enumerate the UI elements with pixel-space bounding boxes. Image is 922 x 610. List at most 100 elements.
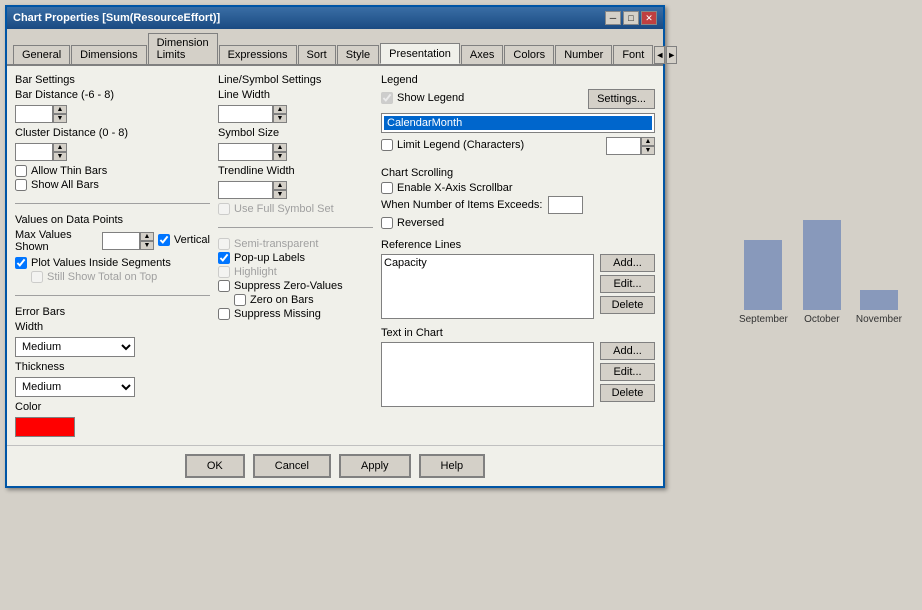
width-dropdown-row: Medium Thin Thick <box>15 337 210 357</box>
reference-lines-buttons: Add... Edit... Delete <box>600 254 655 319</box>
when-exceeds-input[interactable]: 10 <box>548 196 583 214</box>
bar-distance-input[interactable]: 2 <box>15 105 53 123</box>
tab-prev-button[interactable]: ◄ <box>654 46 665 64</box>
max-values-down[interactable]: ▼ <box>140 241 154 250</box>
bar-settings-title: Bar Settings <box>15 74 210 86</box>
max-values-input[interactable]: 100 <box>102 232 140 250</box>
tab-dimension-limits[interactable]: Dimension Limits <box>148 33 218 64</box>
bar-label-november: November <box>856 314 902 325</box>
bar-distance-down[interactable]: ▼ <box>53 114 67 123</box>
still-show-total-checkbox[interactable] <box>31 271 43 283</box>
plot-values-checkbox[interactable] <box>15 257 27 269</box>
reference-line-item[interactable]: Capacity <box>384 257 591 269</box>
limit-legend-input[interactable]: 15 <box>606 137 641 155</box>
ref-delete-button[interactable]: Delete <box>600 296 655 314</box>
cluster-distance-field: 5 ▲ ▼ <box>15 143 210 161</box>
popup-labels-checkbox[interactable] <box>218 252 230 264</box>
symbol-size-input[interactable]: 2 pt <box>218 143 273 161</box>
limit-legend-spin-buttons: ▲ ▼ <box>641 137 655 155</box>
line-width-up[interactable]: ▲ <box>273 105 287 114</box>
symbol-size-up[interactable]: ▲ <box>273 143 287 152</box>
trendline-up[interactable]: ▲ <box>273 181 287 190</box>
cancel-button[interactable]: Cancel <box>253 454 331 478</box>
text-edit-button[interactable]: Edit... <box>600 363 655 381</box>
tab-font[interactable]: Font <box>613 45 653 64</box>
width-label: Width <box>15 321 43 333</box>
color-picker[interactable] <box>15 417 75 437</box>
maximize-button[interactable]: □ <box>623 11 639 25</box>
cluster-distance-down[interactable]: ▼ <box>53 152 67 161</box>
tab-axes[interactable]: Axes <box>461 45 503 64</box>
limit-legend-up[interactable]: ▲ <box>641 137 655 146</box>
apply-button[interactable]: Apply <box>339 454 411 478</box>
symbol-size-down[interactable]: ▼ <box>273 152 287 161</box>
help-button[interactable]: Help <box>419 454 486 478</box>
line-width-input[interactable]: 2 pt <box>218 105 273 123</box>
show-all-bars-checkbox[interactable] <box>15 179 27 191</box>
ref-add-button[interactable]: Add... <box>600 254 655 272</box>
semi-transparent-row: Semi-transparent <box>218 238 373 250</box>
suppress-missing-label: Suppress Missing <box>234 308 321 320</box>
plot-values-row: Plot Values Inside Segments <box>15 257 210 269</box>
line-symbol-title: Line/Symbol Settings <box>218 74 373 86</box>
reference-lines-list: Capacity <box>381 254 594 319</box>
zero-on-bars-checkbox[interactable] <box>234 294 246 306</box>
thickness-row: Thickness <box>15 361 210 373</box>
tab-style[interactable]: Style <box>337 45 379 64</box>
suppress-missing-checkbox[interactable] <box>218 308 230 320</box>
minimize-button[interactable]: ─ <box>605 11 621 25</box>
trendline-width-field: 1 pt ▲ ▼ <box>218 181 373 199</box>
legend-settings-button[interactable]: Settings... <box>588 89 655 109</box>
ok-button[interactable]: OK <box>185 454 245 478</box>
tab-number[interactable]: Number <box>555 45 612 64</box>
tab-dimensions[interactable]: Dimensions <box>71 45 146 64</box>
legend-item[interactable]: CalendarMonth <box>384 116 652 130</box>
limit-legend-row: Limit Legend (Characters) 15 ▲ ▼ <box>381 137 655 155</box>
suppress-zero-checkbox[interactable] <box>218 280 230 292</box>
allow-thin-bars-label: Allow Thin Bars <box>31 165 107 177</box>
middle-panel: Line/Symbol Settings Line Width 2 pt ▲ ▼… <box>218 74 373 437</box>
cluster-distance-up[interactable]: ▲ <box>53 143 67 152</box>
tab-general[interactable]: General <box>13 45 70 64</box>
max-values-spinner: 100 ▲ ▼ <box>102 232 154 250</box>
vertical-checkbox[interactable] <box>158 234 170 246</box>
enable-scrollbar-checkbox[interactable] <box>381 182 393 194</box>
text-add-button[interactable]: Add... <box>600 342 655 360</box>
max-values-up[interactable]: ▲ <box>140 232 154 241</box>
trendline-width-input[interactable]: 1 pt <box>218 181 273 199</box>
width-row: Width <box>15 321 210 333</box>
limit-legend-down[interactable]: ▼ <box>641 146 655 155</box>
close-button[interactable]: ✕ <box>641 11 657 25</box>
limit-legend-checkbox[interactable] <box>381 139 393 151</box>
limit-legend-spinner: 15 ▲ ▼ <box>606 137 655 155</box>
max-values-row: Max Values Shown 100 ▲ ▼ Vertical <box>15 229 210 253</box>
trendline-down[interactable]: ▼ <box>273 190 287 199</box>
line-width-field: 2 pt ▲ ▼ <box>218 105 373 123</box>
cluster-distance-input[interactable]: 5 <box>15 143 53 161</box>
text-in-chart-title: Text in Chart <box>381 327 655 339</box>
tab-next-button[interactable]: ► <box>666 46 677 64</box>
reversed-row: Reversed <box>381 217 655 229</box>
tab-colors[interactable]: Colors <box>504 45 554 64</box>
allow-thin-bars-checkbox[interactable] <box>15 165 27 177</box>
semi-transparent-checkbox[interactable] <box>218 238 230 250</box>
tab-expressions[interactable]: Expressions <box>219 45 297 64</box>
bar-distance-spinner: 2 ▲ ▼ <box>15 105 67 123</box>
highlight-checkbox[interactable] <box>218 266 230 278</box>
popup-labels-row: Pop-up Labels <box>218 252 373 264</box>
use-full-symbol-checkbox[interactable] <box>218 203 230 215</box>
plot-values-label: Plot Values Inside Segments <box>31 257 171 269</box>
tab-presentation[interactable]: Presentation <box>380 43 460 64</box>
width-select[interactable]: Medium Thin Thick <box>15 337 135 357</box>
bar-distance-spin-buttons: ▲ ▼ <box>53 105 67 123</box>
reference-lines-area: Capacity Add... Edit... Delete <box>381 254 655 319</box>
bar-distance-up[interactable]: ▲ <box>53 105 67 114</box>
line-width-down[interactable]: ▼ <box>273 114 287 123</box>
ref-edit-button[interactable]: Edit... <box>600 275 655 293</box>
thickness-select[interactable]: Medium Thin Thick <box>15 377 135 397</box>
text-delete-button[interactable]: Delete <box>600 384 655 402</box>
tab-sort[interactable]: Sort <box>298 45 336 64</box>
show-legend-checkbox-row: Show Legend <box>381 92 464 104</box>
show-legend-checkbox[interactable] <box>381 92 393 104</box>
reversed-checkbox[interactable] <box>381 217 393 229</box>
